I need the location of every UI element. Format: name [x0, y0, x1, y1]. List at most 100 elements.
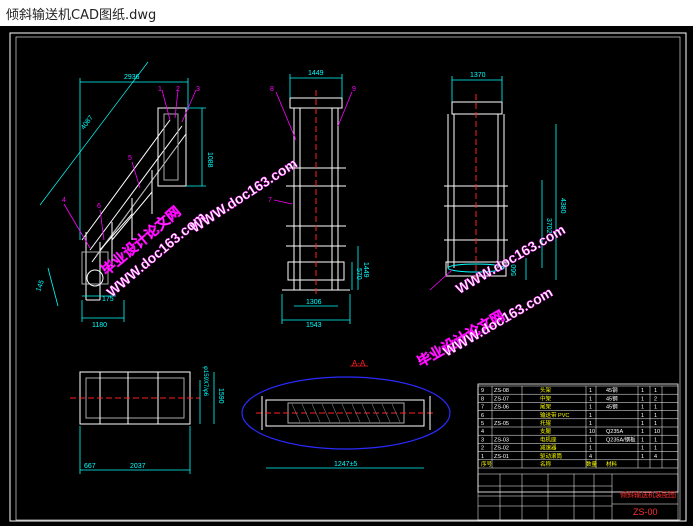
- table-row-code: ZS-02: [494, 446, 509, 452]
- table-row-qty: 4: [589, 454, 592, 460]
- table-row-weight-1: 1: [641, 413, 644, 419]
- table-row-weight-1: 1: [641, 388, 644, 394]
- table-row-no: 8: [481, 396, 484, 402]
- table-row-code: ZS-07: [494, 396, 509, 402]
- table-row-no: 1: [481, 454, 484, 460]
- table-row-weight-1: 1: [641, 405, 644, 411]
- table-row-name: 支腿: [540, 427, 552, 435]
- dim-front-top: 1449: [308, 70, 324, 77]
- table-row-qty: 1: [589, 421, 592, 427]
- table-row-code: ZS-03: [494, 437, 509, 443]
- table-row-weight-2: 1: [654, 413, 657, 419]
- table-row-name: 输送带 PVC: [540, 411, 569, 419]
- dim-front-side-b: 570: [355, 268, 362, 280]
- drawing-svg: 2936 4087 1088 145 175 1180 1 2 3 4 5 6: [9, 32, 687, 522]
- table-row-no: 7: [481, 405, 484, 411]
- table-header-qty: 数量: [586, 460, 598, 468]
- table-row-material: 45钢: [606, 386, 618, 394]
- table-row-no: 5: [481, 421, 484, 427]
- callout-7: 7: [268, 197, 272, 204]
- table-row-code: ZS-08: [494, 388, 509, 394]
- callout-4: 4: [62, 197, 66, 204]
- outer-frame: [9, 32, 687, 522]
- table-row-qty: 1: [589, 437, 592, 443]
- dim-side-top: 2936: [124, 74, 140, 81]
- callout-2: 2: [176, 86, 180, 93]
- window-title: 倾斜输送机CAD图纸.dwg: [6, 8, 157, 23]
- callout-1: 1: [158, 86, 162, 93]
- dim-end-top: 1370: [470, 72, 486, 79]
- table-row-weight-1: 1: [641, 446, 644, 452]
- title-block-code: ZS-00: [633, 507, 658, 517]
- table-row-name: 托辊: [540, 419, 552, 427]
- title-block-name: 倾斜输送机装配图: [620, 490, 676, 499]
- table-row-weight-1: 1: [641, 396, 644, 402]
- dim-side-length: 4087: [80, 114, 95, 131]
- dim-front-base-inner: 1306: [306, 299, 322, 306]
- table-header-no: 序号: [481, 460, 493, 468]
- window-titlebar: 倾斜输送机CAD图纸.dwg: [0, 0, 693, 27]
- table-row-material: Q235A: [606, 429, 623, 435]
- watermark-2: WWW.doc163.com: [187, 155, 300, 236]
- table-row-weight-2: 1: [654, 446, 657, 452]
- table-row-weight-1: 1: [641, 429, 644, 435]
- front-view-dims: [281, 74, 359, 324]
- table-row-code: ZS-06: [494, 405, 509, 411]
- table-row-weight-2: 4: [654, 454, 657, 460]
- table-row-weight-2: 1: [654, 388, 657, 394]
- plan-view: [70, 371, 200, 425]
- table-row-name: 电机座: [540, 435, 557, 443]
- table-row-qty: 1: [589, 396, 592, 402]
- dim-plan-left: 667: [84, 463, 96, 470]
- dim-side-bottom: 1180: [92, 322, 107, 329]
- cad-drawing-canvas[interactable]: 2936 4087 1088 145 175 1180 1 2 3 4 5 6: [0, 26, 693, 526]
- table-row-weight-1: 1: [641, 437, 644, 443]
- callout-3: 3: [196, 86, 200, 93]
- table-row-no: 6: [481, 413, 484, 419]
- table-row-code: ZS-01: [494, 454, 509, 460]
- watermark-3: 毕业设计论文网 WWW.doc163.com: [414, 221, 568, 370]
- table-row-weight-1: 1: [641, 421, 644, 427]
- watermark-3-line2: WWW.doc163.com: [453, 221, 568, 297]
- table-row-qty: 1: [589, 388, 592, 394]
- watermark-1: 毕业设计论文网 WWW.doc163.com: [98, 203, 209, 300]
- dim-front-base-outer: 1543: [306, 322, 322, 329]
- dim-plan-length: 2037: [130, 463, 146, 470]
- callout-8: 8: [270, 86, 274, 93]
- end-leader: [429, 269, 453, 291]
- table-row-name: 驱动滚筒: [540, 452, 563, 460]
- parts-table: 9 ZS-08 头架 1 45钢 1 1 8 ZS-07 中架 1 45钢 1 2 7 ZS-06 尾架 1 45钢…: [477, 383, 679, 493]
- table-row-weight-2: 2: [654, 396, 657, 402]
- callout-6: 6: [97, 203, 101, 210]
- watermark-4-line2: WWW.doc163.com: [440, 284, 555, 360]
- end-view: [444, 94, 508, 282]
- table-row-name: 头架: [540, 386, 552, 394]
- table-row-weight-1: 1: [641, 454, 644, 460]
- table-row-weight-2: 1: [654, 405, 657, 411]
- table-row-no: 3: [481, 437, 484, 443]
- table-header-name: 名称: [540, 460, 552, 468]
- table-row-no: 2: [481, 446, 484, 452]
- callout-9: 9: [352, 86, 356, 93]
- dim-front-side-a: 1449: [362, 262, 369, 278]
- dim-side-angle: 145: [35, 279, 46, 292]
- table-row-qty: 1: [589, 413, 592, 419]
- watermark-4: WWW.doc163.com: [440, 284, 556, 360]
- table-row-code: ZS-05: [494, 421, 509, 427]
- table-row-weight-2: 1: [654, 437, 657, 443]
- dim-side-height: 1088: [206, 152, 213, 168]
- table-row-qty: 1: [589, 446, 592, 452]
- table-row-name: 减速器: [540, 444, 557, 452]
- front-callout-leaders: [273, 91, 353, 205]
- dim-end-height: 4380: [559, 198, 566, 214]
- table-row-weight-2: 1: [654, 421, 657, 427]
- table-row-name: 中架: [540, 394, 552, 402]
- table-row-name: 尾架: [540, 404, 552, 411]
- dim-plan-dia: φ159X7/φ6: [202, 366, 208, 397]
- table-row-material: 45钢: [606, 403, 618, 411]
- table-row-material: 45钢: [606, 394, 618, 402]
- table-row-weight-2: 10: [654, 429, 660, 435]
- table-row-qty: 10: [589, 429, 595, 435]
- table-row-no: 9: [481, 388, 484, 394]
- table-row-no: 4: [481, 429, 484, 435]
